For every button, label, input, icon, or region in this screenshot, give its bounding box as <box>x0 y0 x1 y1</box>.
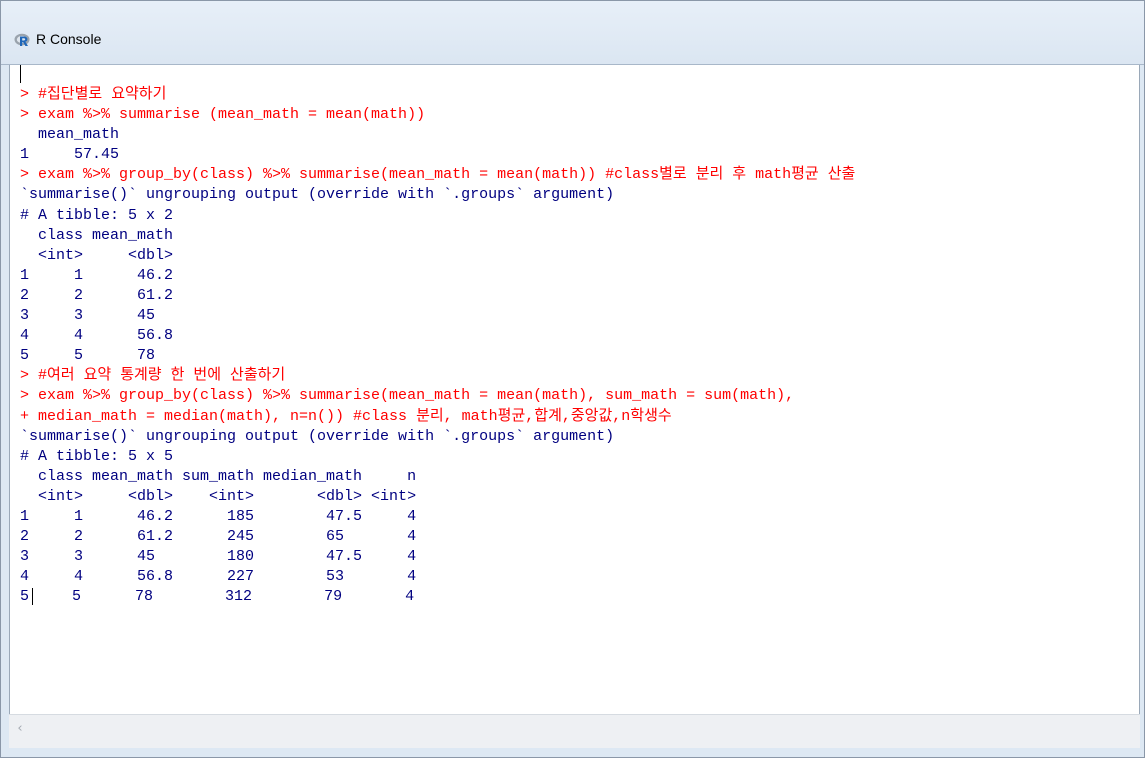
r-console-window: R Console > #집단별로 요약하기 > exam %>% summari… <box>0 0 1145 758</box>
console-input-line: + median_math = median(math), n=n()) #cl… <box>20 407 672 425</box>
console-input-line: > exam %>% summarise (mean_math = mean(m… <box>20 106 426 124</box>
console-input-line: > #여러 요약 통계량 한 번에 산출하기 <box>20 367 286 385</box>
console-output-line: 5 5 78 <box>20 347 156 365</box>
console-output-line: 2 2 61.2 245 65 4 <box>20 528 417 546</box>
console-output-line: class mean_math sum_math median_math n <box>20 467 417 485</box>
console-output-line: 3 3 45 <box>20 307 156 325</box>
r-logo-icon <box>14 33 30 46</box>
horizontal-scrollbar[interactable]: ‹ <box>9 714 1140 748</box>
window-title: R Console <box>36 31 102 47</box>
console-output-line: 1 1 46.2 185 47.5 4 <box>20 507 417 525</box>
text-cursor <box>20 65 21 83</box>
console-output-area[interactable]: > #집단별로 요약하기 > exam %>% summarise (mean_m… <box>9 65 1140 747</box>
console-output-line: `summarise()` ungrouping output (overrid… <box>20 186 615 204</box>
console-output-line: <int> <dbl> <int> <dbl> <int> <box>20 487 417 505</box>
console-output-line: 1 57.45 <box>20 146 120 164</box>
console-lines: > #집단별로 요약하기 > exam %>% summarise (mean_m… <box>20 85 1135 607</box>
console-input-line: > exam %>% group_by(class) %>% summarise… <box>20 387 795 405</box>
console-output-line: 4 4 56.8 <box>20 327 174 345</box>
row-values: 5 78 312 79 4 <box>36 588 415 606</box>
console-output-line: 4 4 56.8 227 53 4 <box>20 568 417 586</box>
console-input-line: > #집단별로 요약하기 <box>20 86 167 103</box>
scroll-left-arrow-icon[interactable]: ‹ <box>13 721 27 737</box>
console-output-line: <int> <dbl> <box>20 246 174 264</box>
console-output-line: 3 3 45 180 47.5 4 <box>20 548 417 566</box>
console-output-line: 5 5 78 312 79 4 <box>20 587 1135 607</box>
console-output-line: # A tibble: 5 x 5 <box>20 447 174 465</box>
console-output-line: # A tibble: 5 x 2 <box>20 206 174 224</box>
console-output-line: class mean_math <box>20 226 174 244</box>
console-input-line: > exam %>% group_by(class) %>% summarise… <box>20 166 856 184</box>
console-output-line: 1 1 46.2 <box>20 266 174 284</box>
console-output-line: mean_math <box>20 126 120 144</box>
title-bar[interactable]: R Console <box>1 1 1144 65</box>
console-output-line: 2 2 61.2 <box>20 286 174 304</box>
row-index: 5 <box>20 588 30 606</box>
console-output-line: `summarise()` ungrouping output (overrid… <box>20 427 615 445</box>
text-cursor <box>32 587 34 605</box>
